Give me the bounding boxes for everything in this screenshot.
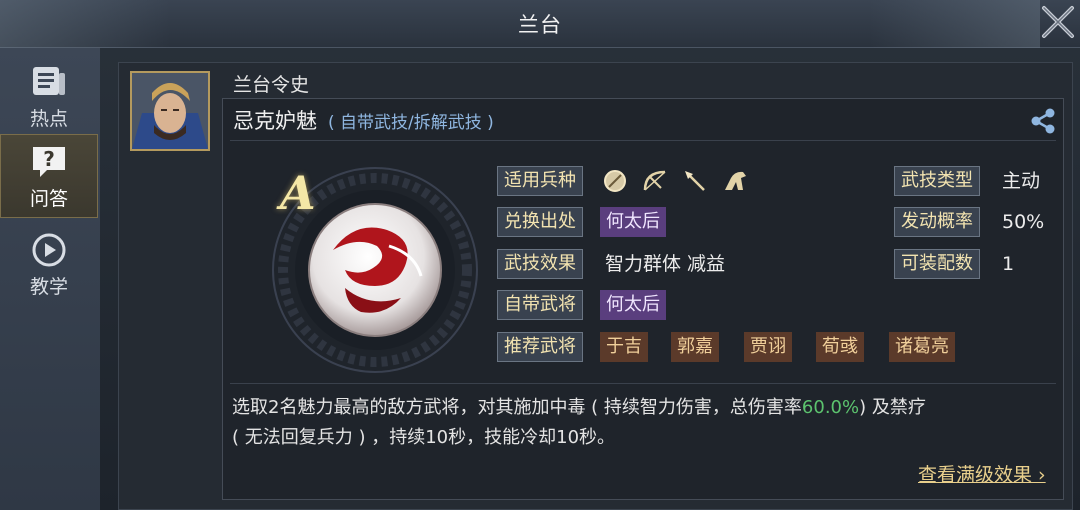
effect-value: 智力群体 减益 <box>605 253 726 275</box>
recommended-chip[interactable]: 贾诩 <box>744 332 792 362</box>
portrait-image <box>132 73 208 149</box>
sidebar-item-qa[interactable]: ? 问答 <box>0 134 98 218</box>
source-chip[interactable]: 何太后 <box>600 207 666 237</box>
description-line-1: 选取2名魅力最高的敌方武将，对其施加中毒 ( 持续智力伤害，总伤害率60.0%)… <box>232 393 1052 423</box>
label-unit-types: 适用兵种 <box>497 166 583 196</box>
shield-icon <box>600 166 630 196</box>
sidebar-item-teach[interactable]: 教学 <box>0 222 98 306</box>
damage-rate-highlight: 60.0% <box>801 397 860 418</box>
recommended-chip[interactable]: 郭嘉 <box>671 332 719 362</box>
sidebar-item-label: 教学 <box>29 275 68 298</box>
recommended-chip[interactable]: 于吉 <box>600 332 648 362</box>
description-line-2: ( 无法回复兵力 ) ，持续10秒，技能冷却10秒。 <box>232 427 616 448</box>
spear-icon <box>680 166 710 196</box>
label-equip-count: 可装配数 <box>894 249 980 279</box>
share-button[interactable] <box>1028 106 1058 136</box>
play-icon <box>29 230 69 270</box>
recommended-chip[interactable]: 荀彧 <box>816 332 864 362</box>
horse-icon <box>720 166 750 196</box>
unit-type-icons <box>600 166 750 196</box>
title-bar: 兰台 <box>0 0 1080 48</box>
svg-text:?: ? <box>43 147 55 171</box>
close-button[interactable] <box>1036 0 1080 44</box>
label-native-general: 自带武将 <box>497 290 583 320</box>
card-caption: 兰台令史 <box>233 74 310 96</box>
skill-description: 选取2名魅力最高的敌方武将，对其施加中毒 ( 持续智力伤害，总伤害率60.0%)… <box>232 393 1052 453</box>
label-source: 兑换出处 <box>497 207 583 237</box>
skill-tags: ( 自带武技/拆解武技 ) <box>328 113 494 133</box>
sidebar: 热点 ? 问答 教学 <box>0 48 100 510</box>
sidebar-item-label: 问答 <box>29 187 68 210</box>
window-title: 兰台 <box>518 13 562 37</box>
question-icon: ? <box>29 142 69 182</box>
native-general-chip[interactable]: 何太后 <box>600 290 666 320</box>
description-text: ) 及禁疗 <box>859 397 926 418</box>
label-skill-type: 武技类型 <box>894 166 980 196</box>
recommended-chip[interactable]: 诸葛亮 <box>889 332 955 362</box>
label-trigger-rate: 发动概率 <box>894 207 980 237</box>
view-max-level-link[interactable]: 查看满级效果 › <box>918 460 1046 487</box>
equip-count-value: 1 <box>1002 253 1015 275</box>
divider <box>230 140 1056 141</box>
close-icon <box>1042 6 1074 38</box>
share-icon <box>1031 108 1055 134</box>
skill-type-value: 主动 <box>1002 170 1041 192</box>
divider <box>230 383 1056 384</box>
skill-grade: A <box>280 166 316 220</box>
sidebar-item-hot[interactable]: 热点 <box>0 54 98 138</box>
general-avatar[interactable] <box>130 71 210 151</box>
skill-name: 忌克妒魅 <box>233 109 317 133</box>
trigger-rate-value: 50% <box>1002 211 1045 233</box>
bow-icon <box>640 166 670 196</box>
news-icon <box>29 62 69 102</box>
label-recommended: 推荐武将 <box>497 332 583 362</box>
description-text: 选取2名魅力最高的敌方武将，对其施加中毒 ( 持续智力伤害，总伤害率 <box>232 397 802 418</box>
sidebar-item-label: 热点 <box>29 107 68 130</box>
label-effect: 武技效果 <box>497 249 583 279</box>
